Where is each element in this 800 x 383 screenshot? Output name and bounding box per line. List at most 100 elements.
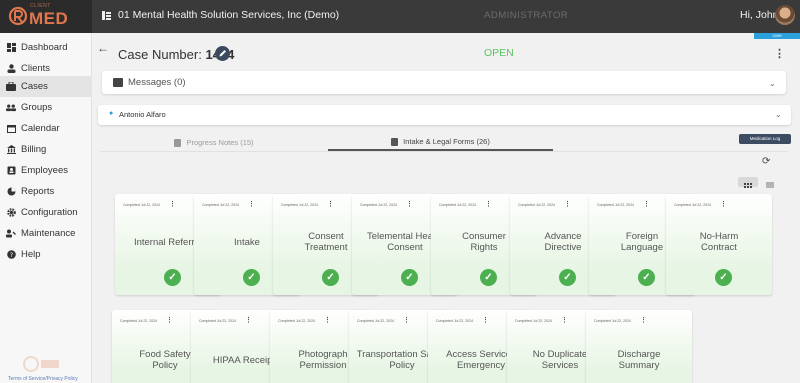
- pencil-icon: [219, 50, 226, 57]
- sidebar-item-label: Reports: [21, 186, 55, 197]
- card-menu-icon[interactable]: ⋮: [485, 200, 492, 208]
- completed-date: Completed Jul 22, 2024: [597, 203, 634, 207]
- pie-chart-icon: [6, 187, 16, 197]
- sidebar-item-configuration[interactable]: Configuration: [0, 202, 92, 223]
- sidebar-item-dashboard[interactable]: Dashboard: [0, 37, 92, 58]
- case-status: OPEN: [484, 47, 514, 59]
- card-menu-icon[interactable]: ⋮: [640, 316, 647, 324]
- card-menu-icon[interactable]: ⋮: [564, 200, 571, 208]
- client-name: Antonio Alfaro: [119, 110, 166, 119]
- edit-case-button[interactable]: [215, 46, 230, 61]
- card-menu-icon[interactable]: ⋮: [482, 316, 489, 324]
- dashboard-icon: [6, 43, 16, 53]
- sidebar-item-label: Configuration: [21, 207, 78, 218]
- form-title: No-Harm Contract: [699, 231, 739, 253]
- chevron-down-icon[interactable]: ⌄: [775, 110, 782, 119]
- sidebar-item-label: Cases: [21, 81, 48, 92]
- completed-date: Completed Jul 22, 2024: [357, 319, 394, 323]
- svg-text:?: ?: [9, 251, 12, 259]
- tab-progress-notes[interactable]: Progress Notes (15): [100, 134, 328, 151]
- completed-date: Completed Jul 22, 2024: [594, 319, 631, 323]
- sidebar-item-label: Groups: [21, 102, 53, 113]
- program-badge: CMH: [754, 33, 800, 39]
- gear-icon: [6, 208, 16, 218]
- calendar-icon: [6, 124, 16, 134]
- sidebar-item-cases[interactable]: Cases: [0, 76, 92, 97]
- card-menu-icon[interactable]: ⋮: [403, 316, 410, 324]
- checkmark-icon: ✓: [715, 269, 732, 286]
- sidebar-item-groups[interactable]: Groups: [0, 97, 92, 118]
- bank-icon: [6, 145, 16, 155]
- sidebar-item-calendar[interactable]: Calendar: [0, 118, 92, 139]
- completed-date: Completed Jul 22, 2024: [278, 319, 315, 323]
- completed-date: Completed Jul 22, 2024: [199, 319, 236, 323]
- sidebar-item-maintenance[interactable]: Maintenance: [0, 223, 92, 244]
- sidebar-item-help[interactable]: ? Help: [0, 244, 92, 265]
- maintenance-icon: [6, 229, 16, 239]
- help-icon: ?: [6, 250, 16, 260]
- logo-text: MED: [29, 9, 69, 28]
- card-menu-icon[interactable]: ⋮: [248, 200, 255, 208]
- checkmark-icon: ✓: [480, 269, 497, 286]
- completed-date: Completed Jul 22, 2024: [674, 203, 711, 207]
- tab-divider: [100, 151, 788, 152]
- sidebar-item-label: Billing: [21, 144, 47, 155]
- card-menu-icon[interactable]: ⋮: [169, 200, 176, 208]
- form-card[interactable]: Completed Jul 22, 2024 ⋮ No-Harm Contrac…: [666, 194, 772, 295]
- messages-label: Messages (0): [128, 77, 186, 88]
- card-menu-icon[interactable]: ⋮: [166, 316, 173, 324]
- sidebar-item-billing[interactable]: Billing: [0, 139, 92, 160]
- back-arrow-icon[interactable]: ←: [97, 41, 109, 55]
- completed-date: Completed Jul 22, 2024: [123, 203, 160, 207]
- form-title: Discharge Summary: [617, 349, 661, 371]
- card-menu-icon[interactable]: ⋮: [643, 200, 650, 208]
- case-number-label: Case Number:: [118, 47, 202, 62]
- user-role: ADMINISTRATOR: [484, 10, 569, 21]
- completed-date: Completed Jul 22, 2024: [439, 203, 476, 207]
- menu-toggle-icon[interactable]: [102, 11, 111, 20]
- person-icon: [6, 64, 16, 74]
- sidebar-item-employees[interactable]: Employees: [0, 160, 92, 181]
- completed-date: Completed Jul 22, 2024: [436, 319, 473, 323]
- sidebar-item-label: Clients: [21, 63, 51, 74]
- checkmark-icon: ✓: [401, 269, 418, 286]
- completed-date: Completed Jul 22, 2024: [281, 203, 318, 207]
- message-icon: [113, 78, 123, 87]
- messages-panel[interactable]: Messages (0) ⌄: [102, 71, 786, 94]
- briefcase-icon: [6, 82, 16, 92]
- card-menu-icon[interactable]: ⋮: [245, 316, 252, 324]
- folder-icon: [391, 137, 399, 146]
- sidebar-item-label: Dashboard: [21, 42, 68, 53]
- completed-date: Completed Jul 22, 2024: [515, 319, 552, 323]
- logo-mark-icon: [8, 6, 28, 26]
- tab-label: Progress Notes (15): [186, 138, 254, 147]
- checkmark-icon: ✓: [559, 269, 576, 286]
- card-menu-icon[interactable]: ⋮: [324, 316, 331, 324]
- checkmark-icon: ✓: [243, 269, 260, 286]
- sidebar-item-label: Employees: [21, 165, 68, 176]
- card-menu-icon[interactable]: ⋮: [327, 200, 334, 208]
- footer-logo-icon: [23, 356, 59, 372]
- sidebar-item-label: Help: [21, 249, 41, 260]
- card-menu-icon[interactable]: ⋮: [561, 316, 568, 324]
- person-icon: ●: [109, 110, 114, 117]
- card-menu-icon[interactable]: ⋮: [720, 200, 727, 208]
- chevron-down-icon[interactable]: ⌄: [769, 79, 776, 88]
- sidebar-item-label: Maintenance: [21, 228, 76, 239]
- terms-privacy-link[interactable]: Terms of Service/Privacy Policy: [8, 376, 78, 382]
- tab-intake-legal-forms[interactable]: Intake & Legal Forms (26): [328, 134, 553, 151]
- form-card[interactable]: Completed Jul 22, 2024 ⋮ Discharge Summa…: [586, 310, 692, 383]
- app-logo[interactable]: CLIENT MED: [0, 0, 92, 33]
- avatar[interactable]: [775, 5, 795, 25]
- client-panel[interactable]: ● Antonio Alfaro ⌄: [98, 105, 791, 125]
- medication-log-label: Medication Log: [749, 136, 781, 141]
- tab-label: Intake & Legal Forms (26): [403, 137, 490, 146]
- forms-grid: Completed Jul 22, 2024 ⋮ Internal Referr…: [100, 158, 790, 383]
- company-name: 01 Mental Health Solution Services, Inc …: [118, 9, 340, 21]
- sidebar-item-reports[interactable]: Reports: [0, 181, 92, 202]
- more-options-icon[interactable]: ⋮: [774, 47, 785, 60]
- completed-date: Completed Jul 22, 2024: [360, 203, 397, 207]
- sidebar-item-label: Calendar: [21, 123, 60, 134]
- card-menu-icon[interactable]: ⋮: [406, 200, 413, 208]
- medication-log-button[interactable]: Medication Log: [739, 134, 791, 144]
